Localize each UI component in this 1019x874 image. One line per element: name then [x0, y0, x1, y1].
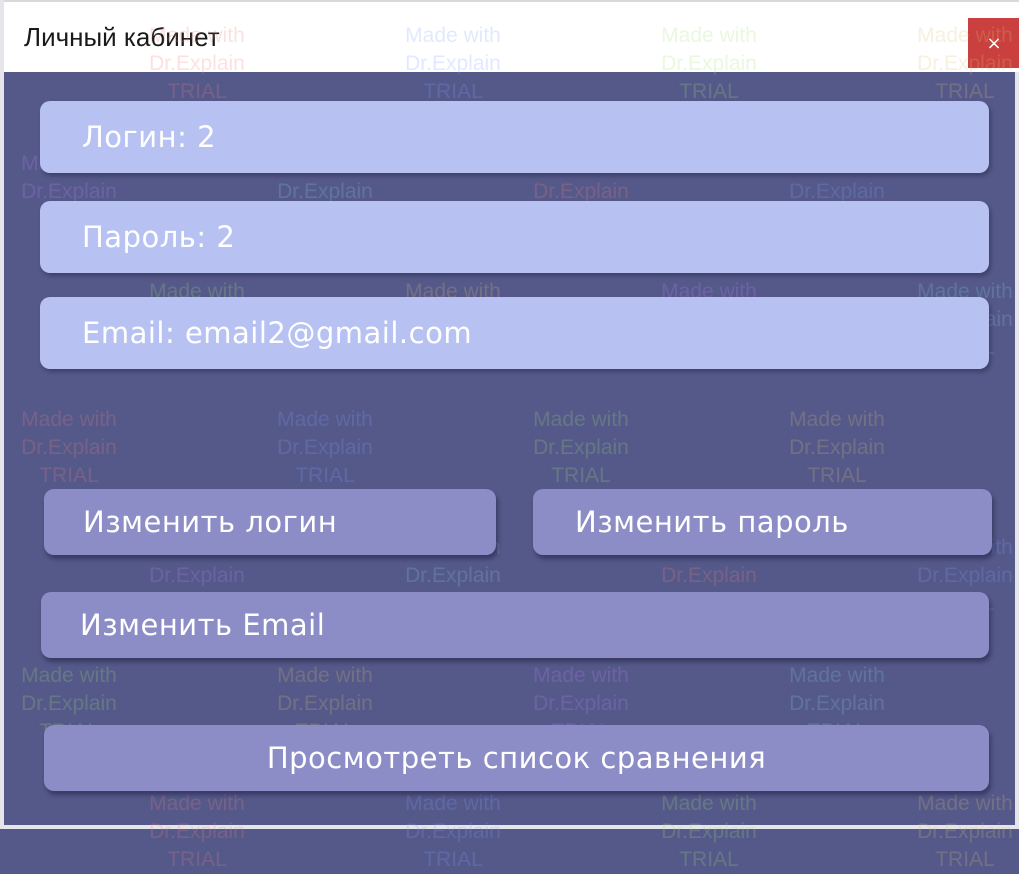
- watermark-text: Made with Dr.Explain TRIAL: [134, 790, 260, 874]
- change-email-label: Изменить Email: [80, 608, 326, 642]
- watermark-line: Made with: [917, 792, 1013, 815]
- watermark-text: Made with Dr.Explain TRIAL: [6, 406, 132, 490]
- profile-window: Личный кабинет × Made with Dr.Explain TRIA…: [0, 0, 1019, 871]
- change-password-button[interactable]: Изменить пароль: [533, 489, 992, 555]
- watermark-line: Dr.Explain: [661, 820, 757, 843]
- login-text: Логин: 2: [82, 120, 217, 154]
- watermark-text: Made with Dr.Explain TRIAL: [902, 790, 1019, 874]
- watermark-line: Made with: [277, 408, 373, 431]
- watermark-line: Dr.Explain: [661, 564, 757, 587]
- watermark-line: Dr.Explain: [277, 692, 373, 715]
- watermark-line: Made with: [21, 408, 117, 431]
- watermark-line: TRIAL: [551, 464, 611, 487]
- watermark-line: Made with: [533, 664, 629, 687]
- watermark-line: TRIAL: [679, 848, 739, 871]
- watermark-line: Dr.Explain: [405, 564, 501, 587]
- watermark-text: Made with Dr.Explain TRIAL: [390, 790, 516, 874]
- watermark-line: TRIAL: [423, 848, 483, 871]
- watermark-line: Dr.Explain: [21, 692, 117, 715]
- watermark-line: TRIAL: [935, 848, 995, 871]
- view-comparison-button[interactable]: Просмотреть список сравнения: [44, 725, 989, 791]
- watermark-line: Dr.Explain: [149, 564, 245, 587]
- watermark-line: Made with: [789, 408, 885, 431]
- watermark-line: Dr.Explain: [789, 436, 885, 459]
- window-title: Личный кабинет: [24, 22, 220, 52]
- watermark-line: Made with: [661, 792, 757, 815]
- watermark-line: Dr.Explain: [917, 820, 1013, 843]
- watermark-line: Dr.Explain: [277, 436, 373, 459]
- watermark-text: Made with Dr.Explain TRIAL: [262, 406, 388, 490]
- watermark-line: Made with: [789, 664, 885, 687]
- change-login-button[interactable]: Изменить логин: [44, 489, 496, 555]
- password-text: Пароль: 2: [82, 220, 236, 254]
- close-icon: ×: [986, 32, 1002, 54]
- email-text: Email: email2@gmail.com: [82, 316, 473, 350]
- change-login-label: Изменить логин: [83, 505, 338, 539]
- watermark-line: TRIAL: [167, 848, 227, 871]
- watermark-line: Dr.Explain: [789, 692, 885, 715]
- watermark-line: Dr.Explain: [405, 820, 501, 843]
- watermark-line: Dr.Explain: [533, 436, 629, 459]
- watermark-line: Dr.Explain: [21, 436, 117, 459]
- watermark-text: Made with Dr.Explain TRIAL: [518, 406, 644, 490]
- watermark-line: TRIAL: [807, 464, 867, 487]
- watermark-line: Made with: [405, 792, 501, 815]
- title-bar: Личный кабинет ×: [4, 0, 1019, 72]
- watermark-line: TRIAL: [295, 464, 355, 487]
- login-display: Логин: 2: [40, 101, 989, 173]
- watermark-line: Dr.Explain: [149, 820, 245, 843]
- watermark-line: TRIAL: [39, 464, 99, 487]
- email-display: Email: email2@gmail.com: [40, 297, 989, 369]
- watermark-text: Made with Dr.Explain TRIAL: [774, 406, 900, 490]
- watermark-line: Dr.Explain: [917, 564, 1013, 587]
- password-display: Пароль: 2: [40, 201, 989, 273]
- watermark-line: Made with: [533, 408, 629, 431]
- change-password-label: Изменить пароль: [575, 505, 849, 539]
- watermark-line: Dr.Explain: [533, 692, 629, 715]
- change-email-button[interactable]: Изменить Email: [41, 592, 989, 658]
- watermark-line: Made with: [21, 664, 117, 687]
- watermark-line: Made with: [149, 792, 245, 815]
- view-comparison-label: Просмотреть список сравнения: [266, 741, 767, 775]
- watermark-text: Made with Dr.Explain TRIAL: [646, 790, 772, 874]
- watermark-line: Made with: [277, 664, 373, 687]
- close-button[interactable]: ×: [968, 18, 1019, 68]
